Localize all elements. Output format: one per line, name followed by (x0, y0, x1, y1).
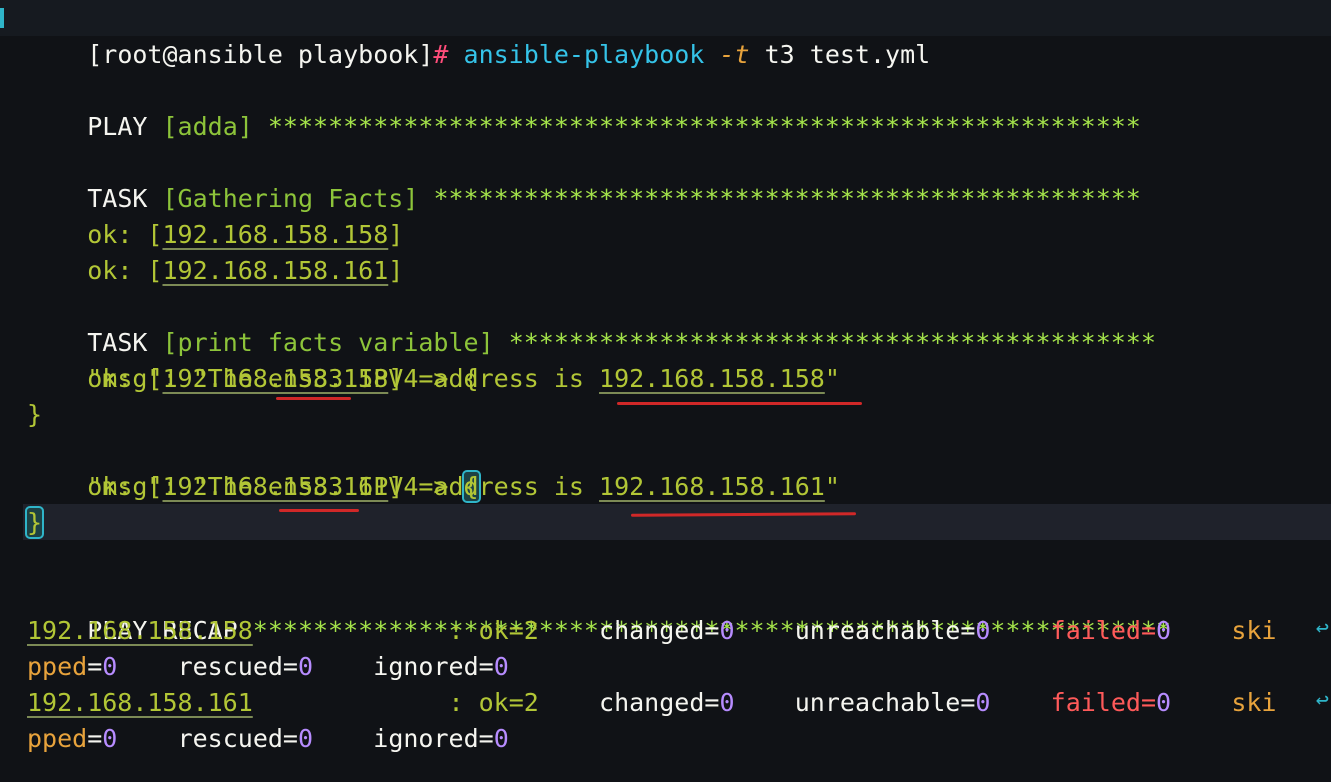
scroll-marker (0, 8, 4, 28)
recap-row: 192.168.158.158 : ok=2 changed=0 unreach… (27, 616, 1277, 645)
task-header-print-facts: TASK [print facts variable] ************… (87, 328, 1156, 357)
line-wrap-icon: ↩ (1315, 616, 1329, 641)
command-file-arg: test.yml (809, 40, 931, 69)
host-ip-link[interactable]: 192.168.158.158 (599, 364, 825, 393)
prompt-hash: # (433, 40, 449, 69)
terminal-window[interactable]: [root@ansible playbook]# ansible-playboo… (0, 0, 1331, 782)
annotation-underline (279, 509, 359, 512)
play-recap-header: PLAY RECAP *****************************… (87, 616, 1171, 645)
host-ip-link[interactable]: 192.168.158.161 (27, 688, 253, 717)
matched-brace-close: } (24, 506, 45, 539)
task-result-line: ok: [192.168.158.161] (87, 256, 404, 285)
annotation-underline (276, 397, 351, 400)
host-ip-link[interactable]: 192.168.158.158 (27, 616, 253, 645)
task-result-line: ok: [192.168.158.158] (87, 220, 404, 249)
recap-row-continued: pped=0 rescued=0 ignored=0 (27, 652, 509, 681)
command-option: -t (719, 40, 750, 69)
line-wrap-icon: ↩ (1315, 688, 1329, 713)
host-ip-link[interactable]: 192.168.158.161 (599, 472, 825, 501)
closing-brace: } (27, 400, 43, 429)
host-ip-link[interactable]: 192.168.158.161 (162, 256, 388, 285)
msg-line: "msg": "The ens33 IPV4 address is 192.16… (87, 472, 840, 501)
recap-row-continued: pped=0 rescued=0 ignored=0 (27, 724, 509, 753)
task-result-line: ok: [192.168.158.158] => { (87, 364, 479, 393)
msg-line: "msg": "The ens33 IPV4 address is 192.16… (87, 364, 840, 393)
annotation-underline (617, 402, 862, 405)
shell-prompt: [root@ansible playbook] (87, 40, 434, 69)
current-line-highlight (23, 504, 1331, 540)
task-result-line: ok: [192.168.158.161] => { (87, 470, 481, 503)
command-line[interactable]: [root@ansible playbook]# ansible-playboo… (27, 1, 930, 69)
command-tag-arg: t3 (764, 40, 795, 69)
recap-row: 192.168.158.161 : ok=2 changed=0 unreach… (27, 688, 1277, 717)
play-header: PLAY [adda] ****************************… (87, 112, 1141, 141)
closing-brace: } (24, 505, 45, 541)
command-name: ansible-playbook (463, 40, 705, 69)
task-header-gathering-facts: TASK [Gathering Facts] *****************… (87, 184, 1141, 213)
